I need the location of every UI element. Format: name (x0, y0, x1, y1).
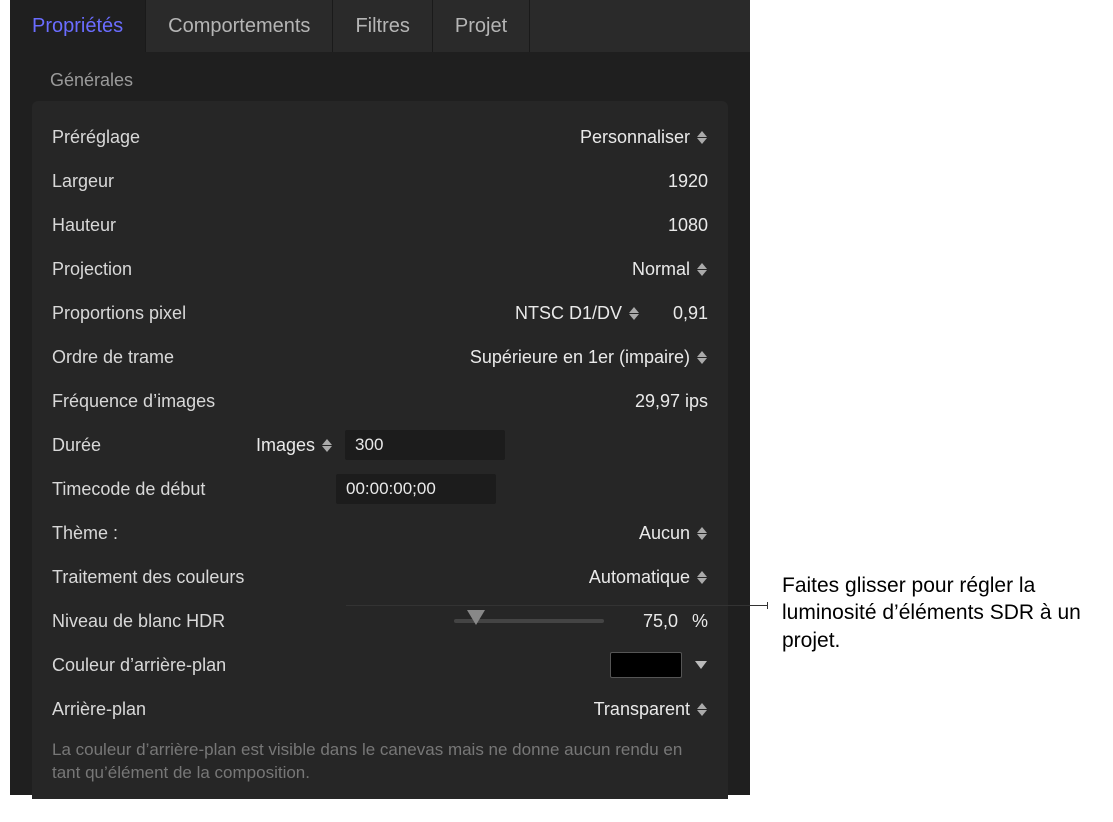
label-hdr-white: Niveau de blanc HDR (52, 611, 282, 632)
label-height: Hauteur (52, 215, 262, 236)
row-theme: Thème : Aucun (52, 511, 708, 555)
pixel-aspect-option: NTSC D1/DV (515, 303, 622, 324)
updown-icon (696, 263, 708, 276)
projection-value: Normal (632, 259, 690, 280)
color-processing-value: Automatique (589, 567, 690, 588)
updown-icon (696, 131, 708, 144)
section-general: Préréglage Personnaliser Largeur 1920 Ha… (32, 101, 728, 799)
preset-value: Personnaliser (580, 127, 690, 148)
row-width: Largeur 1920 (52, 159, 708, 203)
tab-properties[interactable]: Propriétés (10, 0, 146, 52)
row-start-timecode: Timecode de début (52, 467, 708, 511)
label-duration: Durée (52, 435, 262, 456)
label-pixel-aspect: Proportions pixel (52, 303, 262, 324)
background-footnote: La couleur d’arrière-plan est visible da… (52, 731, 708, 785)
color-processing-select[interactable]: Automatique (589, 567, 708, 588)
row-background: Arrière-plan Transparent (52, 687, 708, 731)
hdr-white-slider[interactable] (454, 619, 604, 623)
row-frame-rate: Fréquence d’images 29,97 ips (52, 379, 708, 423)
height-value[interactable]: 1080 (648, 215, 708, 236)
label-frame-rate: Fréquence d’images (52, 391, 302, 412)
frame-rate-value[interactable]: 29,97 ips (608, 391, 708, 412)
inspector-panel: Propriétés Comportements Filtres Projet … (10, 0, 750, 795)
label-theme: Thème : (52, 523, 262, 544)
duration-input[interactable] (345, 430, 505, 460)
field-order-select[interactable]: Supérieure en 1er (impaire) (470, 347, 708, 368)
updown-icon (696, 703, 708, 716)
label-background: Arrière-plan (52, 699, 262, 720)
start-timecode-input[interactable] (336, 474, 496, 504)
label-start-timecode: Timecode de début (52, 479, 302, 500)
duration-unit: Images (256, 435, 315, 456)
tab-filters[interactable]: Filtres (333, 0, 432, 52)
section-header-general: Générales (10, 52, 750, 101)
row-projection: Projection Normal (52, 247, 708, 291)
chevron-down-icon[interactable] (694, 658, 708, 672)
tab-behaviors[interactable]: Comportements (146, 0, 333, 52)
callout-text: Faites glisser pour régler la luminosité… (782, 572, 1102, 654)
inspector-tabs: Propriétés Comportements Filtres Projet (10, 0, 750, 52)
callout-leader-line (346, 605, 767, 606)
theme-value: Aucun (639, 523, 690, 544)
background-value: Transparent (594, 699, 690, 720)
bg-color-swatch[interactable] (610, 652, 682, 678)
row-color-processing: Traitement des couleurs Automatique (52, 555, 708, 599)
row-preset: Préréglage Personnaliser (52, 115, 708, 159)
updown-icon (321, 439, 333, 452)
hdr-white-value[interactable]: 75,0 (618, 611, 678, 632)
tab-spacer (530, 0, 750, 52)
updown-icon (628, 307, 640, 320)
label-color-processing: Traitement des couleurs (52, 567, 312, 588)
updown-icon (696, 571, 708, 584)
label-preset: Préréglage (52, 127, 262, 148)
hdr-white-unit: % (692, 611, 708, 632)
projection-select[interactable]: Normal (632, 259, 708, 280)
duration-unit-select[interactable]: Images (256, 435, 333, 456)
label-projection: Projection (52, 259, 262, 280)
row-pixel-aspect: Proportions pixel NTSC D1/DV 0,91 (52, 291, 708, 335)
background-select[interactable]: Transparent (594, 699, 708, 720)
updown-icon (696, 527, 708, 540)
row-duration: Durée Images (52, 423, 708, 467)
field-order-value: Supérieure en 1er (impaire) (470, 347, 690, 368)
slider-thumb-icon[interactable] (467, 610, 485, 625)
tab-project[interactable]: Projet (433, 0, 530, 52)
pixel-aspect-select[interactable]: NTSC D1/DV (515, 303, 640, 324)
label-bg-color: Couleur d’arrière-plan (52, 655, 312, 676)
label-width: Largeur (52, 171, 262, 192)
label-field-order: Ordre de trame (52, 347, 262, 368)
updown-icon (696, 351, 708, 364)
row-field-order: Ordre de trame Supérieure en 1er (impair… (52, 335, 708, 379)
row-bg-color: Couleur d’arrière-plan (52, 643, 708, 687)
row-height: Hauteur 1080 (52, 203, 708, 247)
pixel-aspect-value[interactable]: 0,91 (648, 303, 708, 324)
theme-select[interactable]: Aucun (639, 523, 708, 544)
preset-select[interactable]: Personnaliser (580, 127, 708, 148)
width-value[interactable]: 1920 (648, 171, 708, 192)
